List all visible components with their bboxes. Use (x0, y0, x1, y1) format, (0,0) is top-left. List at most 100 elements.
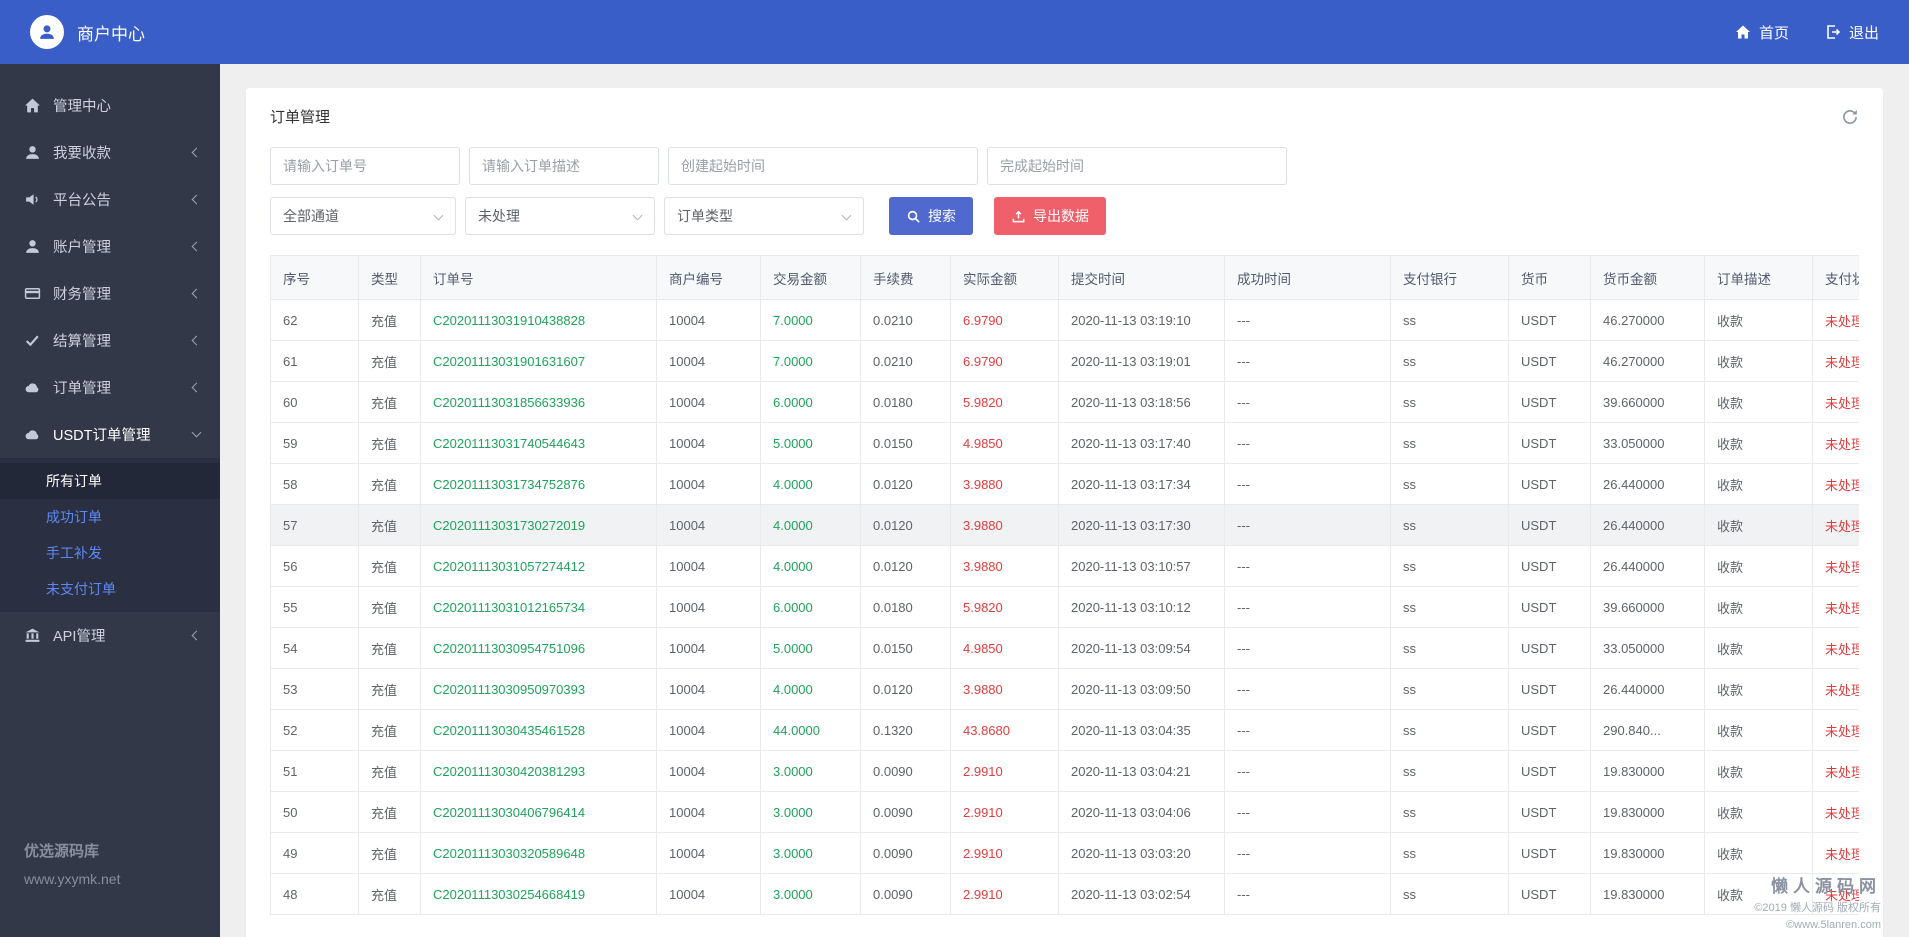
sidebar-subitem-manual-reissue[interactable]: 手工补发 (0, 535, 220, 571)
col-success_time: 成功时间 (1224, 255, 1391, 300)
sidebar-item-collect-payment[interactable]: 我要收款 (0, 129, 220, 176)
cell-seq: 62 (270, 299, 359, 341)
orders-table: 序号 类型 订单号 商户编号 交易金额 手续费 实际金额 提交时间 成功时间 支付银行 货币 货币金额… (270, 255, 1859, 915)
sidebar-subitem-success-orders[interactable]: 成功订单 (0, 499, 220, 535)
type-select[interactable]: 订单类型 (664, 197, 864, 235)
sidebar-item-usdt-order-management[interactable]: USDT订单管理 (0, 411, 220, 458)
cell-currency: USDT (1508, 545, 1591, 587)
order-no-input[interactable] (270, 147, 460, 185)
cell-seq: 50 (270, 791, 359, 833)
brand-title: 商户中心 (77, 24, 145, 44)
cell-order_no[interactable]: C20201113031856633936 (420, 381, 657, 423)
order-row[interactable]: 48 充值 C20201113030254668419 10004 3.0000 0.00… (270, 873, 1859, 915)
status-select-value: 未处理 (478, 208, 520, 224)
order-row[interactable]: 60 充值 C20201113031856633936 10004 6.0000 0.01… (270, 381, 1859, 423)
order-row[interactable]: 55 充值 C20201113031012165734 10004 6.0000 0.01… (270, 586, 1859, 628)
sidebar-item-management-center[interactable]: 管理中心 (0, 82, 220, 129)
cell-order_no[interactable]: C20201113030254668419 (420, 873, 657, 915)
cell-fee: 0.0180 (860, 586, 951, 628)
export-button[interactable]: 导出数据 (994, 197, 1106, 235)
cell-order_no[interactable]: C20201113030435461528 (420, 709, 657, 751)
order-desc-input[interactable] (469, 147, 659, 185)
order-row[interactable]: 52 充值 C20201113030435461528 10004 44.0000 0.1… (270, 709, 1859, 751)
cell-order_no[interactable]: C20201113031901631607 (420, 340, 657, 382)
sidebar-subitem-unpaid-orders[interactable]: 未支付订单 (0, 571, 220, 607)
search-button-label: 搜索 (928, 208, 956, 224)
sidebar-subitem-all-orders[interactable]: 所有订单 (0, 463, 220, 499)
cell-currency_amount: 19.830000 (1590, 791, 1705, 833)
home-icon (1735, 24, 1751, 40)
col-fee: 手续费 (860, 255, 951, 300)
cell-order_no[interactable]: C20201113031740544643 (420, 422, 657, 464)
order-row[interactable]: 62 充值 C20201113031910438828 10004 7.0000 0.02… (270, 299, 1859, 341)
cell-success_time: --- (1224, 586, 1391, 628)
watermark-url: ©www.5lanren.com (1786, 918, 1881, 931)
cell-merchant_no: 10004 (656, 381, 761, 423)
cell-type: 充值 (358, 750, 421, 792)
logout-link[interactable]: 退出 (1825, 22, 1879, 43)
order-row[interactable]: 54 充值 C20201113030954751096 10004 5.0000 0.01… (270, 627, 1859, 669)
cell-amount: 4.0000 (760, 545, 861, 587)
cell-order_no[interactable]: C20201113031057274412 (420, 545, 657, 587)
cell-actual_amount: 3.9880 (950, 463, 1059, 505)
sidebar-item-account-management[interactable]: 账户管理 (0, 223, 220, 270)
watermark: 懒人源码网 ©2019 懒人源码 版权所有 ©www.5lanren.com (1754, 872, 1881, 933)
cell-order_no[interactable]: C20201113030420381293 (420, 750, 657, 792)
cell-order_no[interactable]: C20201113030950970393 (420, 668, 657, 710)
order-row[interactable]: 58 充值 C20201113031734752876 10004 4.0000 0.01… (270, 463, 1859, 505)
cell-order_desc: 收款 (1704, 299, 1813, 341)
order-row[interactable]: 50 充值 C20201113030406796414 10004 3.0000 0.00… (270, 791, 1859, 833)
cell-merchant_no: 10004 (656, 299, 761, 341)
sidebar-item-order-management[interactable]: 订单管理 (0, 364, 220, 411)
refresh-icon[interactable] (1841, 108, 1859, 126)
export-button-label: 导出数据 (1033, 208, 1089, 224)
cell-merchant_no: 10004 (656, 627, 761, 669)
brand-logo-icon (30, 15, 64, 49)
sidebar-item-settlement-management[interactable]: 结算管理 (0, 317, 220, 364)
order-row[interactable]: 59 充值 C20201113031740544643 10004 5.0000 0.01… (270, 422, 1859, 464)
home-link[interactable]: 首页 (1735, 22, 1789, 43)
col-order_no: 订单号 (420, 255, 657, 300)
cell-order_desc: 收款 (1704, 381, 1813, 423)
sidebar-item-finance-management[interactable]: 财务管理 (0, 270, 220, 317)
sidebar-item-api-management[interactable]: API管理 (0, 612, 220, 659)
cell-actual_amount: 3.9880 (950, 668, 1059, 710)
sidebar-item-platform-announcement[interactable]: 平台公告 (0, 176, 220, 223)
cell-currency_amount: 19.830000 (1590, 750, 1705, 792)
finish-time-input[interactable] (987, 147, 1287, 185)
sidebar-item-label: USDT订单管理 (53, 428, 151, 444)
cell-submit_time: 2020-11-13 03:03:20 (1058, 832, 1225, 874)
order-row[interactable]: 57 充值 C20201113031730272019 10004 4.0000 0.01… (270, 504, 1859, 546)
cell-order_no[interactable]: C20201113030406796414 (420, 791, 657, 833)
search-button[interactable]: 搜索 (889, 197, 973, 235)
cell-order_no[interactable]: C20201113031734752876 (420, 463, 657, 505)
cell-currency: USDT (1508, 750, 1591, 792)
cell-seq: 61 (270, 340, 359, 382)
cell-currency_amount: 19.830000 (1590, 873, 1705, 915)
cell-order_desc: 收款 (1704, 504, 1813, 546)
speaker-icon (24, 191, 41, 208)
status-select[interactable]: 未处理 (465, 197, 655, 235)
cell-currency_amount: 26.440000 (1590, 463, 1705, 505)
order-row[interactable]: 61 充值 C20201113031901631607 10004 7.0000 0.02… (270, 340, 1859, 382)
cell-order_no[interactable]: C20201113031910438828 (420, 299, 657, 341)
order-row[interactable]: 56 充值 C20201113031057274412 10004 4.0000 0.01… (270, 545, 1859, 587)
order-row[interactable]: 51 充值 C20201113030420381293 10004 3.0000 0.00… (270, 750, 1859, 792)
cell-currency: USDT (1508, 586, 1591, 628)
cell-merchant_no: 10004 (656, 873, 761, 915)
cell-submit_time: 2020-11-13 03:18:56 (1058, 381, 1225, 423)
channel-select[interactable]: 全部通道 (270, 197, 456, 235)
cell-order_no[interactable]: C20201113030954751096 (420, 627, 657, 669)
cell-merchant_no: 10004 (656, 545, 761, 587)
cell-fee: 0.0150 (860, 422, 951, 464)
cell-order_desc: 收款 (1704, 832, 1813, 874)
create-time-input[interactable] (668, 147, 978, 185)
col-pay_bank: 支付银行 (1390, 255, 1509, 300)
cell-amount: 4.0000 (760, 504, 861, 546)
cell-order_no[interactable]: C20201113031730272019 (420, 504, 657, 546)
cell-order_no[interactable]: C20201113031012165734 (420, 586, 657, 628)
order-row[interactable]: 53 充值 C20201113030950970393 10004 4.0000 0.01… (270, 668, 1859, 710)
cell-order_no[interactable]: C20201113030320589648 (420, 832, 657, 874)
order-row[interactable]: 49 充值 C20201113030320589648 10004 3.0000 0.00… (270, 832, 1859, 874)
cell-order_desc: 收款 (1704, 791, 1813, 833)
